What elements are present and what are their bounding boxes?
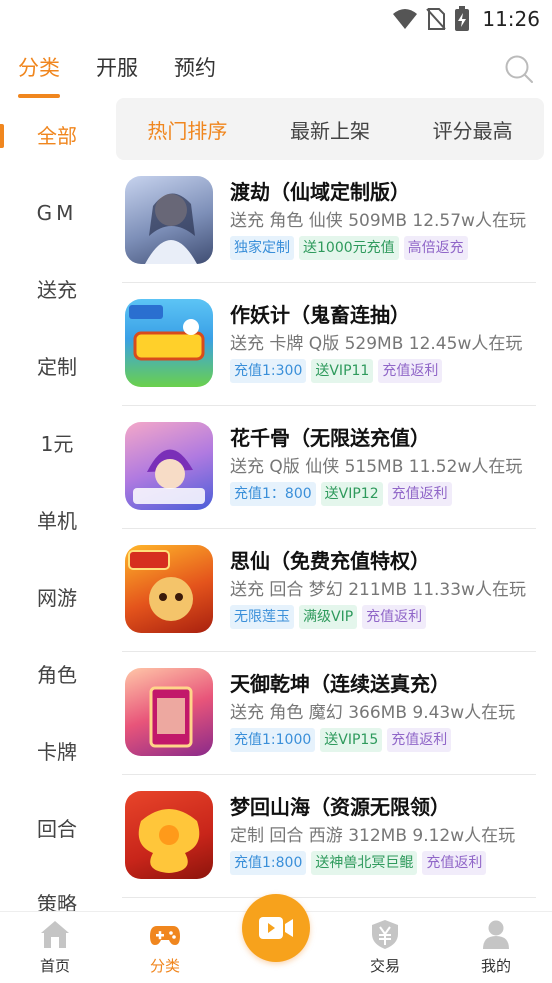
game-tags: 充值1:800 送神兽北冥巨鲲 充值返利 (230, 851, 487, 875)
game-tag: 充值返利 (378, 359, 443, 383)
game-tag: 充值返利 (422, 851, 487, 875)
game-icon[interactable] (125, 422, 213, 510)
nav-category[interactable]: 分类 (125, 912, 205, 983)
nav-label: 我的 (480, 957, 511, 975)
battery-charging-icon (455, 6, 470, 31)
game-tag: 独家定制 (230, 236, 294, 260)
search-icon (505, 55, 533, 83)
game-meta: 送充 角色 魔幻 366MB 9.43w人在玩 (230, 703, 516, 723)
tab-server-open[interactable]: 开服 (96, 50, 138, 98)
no-sim-icon (426, 8, 447, 30)
video-icon (259, 917, 293, 939)
home-icon (41, 921, 69, 948)
game-tag: 充值1:1000 (230, 728, 316, 752)
game-tag: 送VIP15 (320, 728, 383, 752)
sidebar-item-recharge[interactable]: 送充 (0, 270, 114, 310)
status-time: 11:26 (482, 7, 540, 31)
game-list-item[interactable]: 梦回山海（资源无限领） 定制 回合 西游 312MB 9.12w人在玩 充值1:… (116, 775, 552, 898)
game-title: 作妖计（鬼畜连抽） (230, 303, 410, 327)
game-tag: 充值1：800 (230, 482, 316, 506)
game-tags: 充值1:300 送VIP11 充值返利 (230, 359, 443, 383)
wifi-icon (393, 9, 418, 29)
game-tags: 独家定制 送1000元充值 高倍返充 (230, 236, 468, 260)
bottom-nav: 首页 分类 交易 我的 (0, 894, 552, 983)
game-tag: 充值返利 (387, 482, 452, 506)
nav-label: 首页 (39, 957, 70, 975)
sidebar-item-gm[interactable]: GM (0, 193, 114, 233)
trade-shield-icon (372, 920, 398, 949)
game-title: 梦回山海（资源无限领） (230, 795, 450, 819)
sort-newest[interactable]: 最新上架 (290, 115, 370, 144)
game-tag: 送VIP12 (320, 482, 383, 506)
sidebar-item-turn-based[interactable]: 回合 (0, 809, 114, 849)
game-icon[interactable] (125, 545, 213, 633)
category-sidebar: 全部 GM 送充 定制 1元 单机 网游 角色 卡牌 回合 策略 (0, 98, 114, 918)
game-meta: 送充 卡牌 Q版 529MB 12.45w人在玩 (230, 334, 523, 354)
game-list-item[interactable]: 作妖计（鬼畜连抽） 送充 卡牌 Q版 529MB 12.45w人在玩 充值1:3… (116, 283, 552, 406)
nav-label: 交易 (369, 957, 400, 975)
game-icon[interactable] (125, 668, 213, 756)
game-icon[interactable] (125, 791, 213, 879)
game-icon[interactable] (125, 176, 213, 264)
nav-home[interactable]: 首页 (15, 912, 95, 983)
nav-trade[interactable]: 交易 (345, 912, 425, 983)
game-title: 天御乾坤（连续送真充） (230, 672, 450, 696)
game-title: 渡劫（仙域定制版） (230, 180, 410, 204)
sidebar-item-all[interactable]: 全部 (0, 116, 114, 156)
status-icons: 11:26 (392, 6, 540, 32)
game-list-item[interactable]: 天御乾坤（连续送真充） 送充 角色 魔幻 366MB 9.43w人在玩 充值1:… (116, 652, 552, 775)
game-tags: 充值1：800 送VIP12 充值返利 (230, 482, 452, 506)
nav-label: 分类 (149, 957, 180, 975)
game-tag: 充值1:300 (230, 359, 307, 383)
nav-mine[interactable]: 我的 (456, 912, 536, 983)
top-tabs: 分类 开服 预约 (18, 50, 216, 98)
game-tag: 满级VIP (299, 605, 358, 629)
game-meta: 送充 角色 仙侠 509MB 12.57w人在玩 (230, 211, 526, 231)
sort-top-rated[interactable]: 评分最高 (433, 115, 513, 144)
game-icon[interactable] (125, 299, 213, 387)
game-tag: 送神兽北冥巨鲲 (311, 851, 418, 875)
game-tag: 无限莲玉 (230, 605, 294, 629)
game-tags: 无限莲玉 满级VIP 充值返利 (230, 605, 427, 629)
game-tag: 充值1:800 (230, 851, 307, 875)
game-tags: 充值1:1000 送VIP15 充值返利 (230, 728, 452, 752)
game-list-item[interactable]: 花千骨（无限送充值） 送充 Q版 仙侠 515MB 11.52w人在玩 充值1：… (116, 406, 552, 529)
game-list-item[interactable]: 渡劫（仙域定制版） 送充 角色 仙侠 509MB 12.57w人在玩 独家定制 … (116, 160, 552, 283)
game-list-item[interactable]: 思仙（免费充值特权） 送充 回合 梦幻 211MB 11.33w人在玩 无限莲玉… (116, 529, 552, 652)
game-tag: 充值返利 (362, 605, 427, 629)
game-tag: 充值返利 (387, 728, 452, 752)
sort-bar: 热门排序 最新上架 评分最高 (116, 98, 544, 160)
game-meta: 送充 Q版 仙侠 515MB 11.52w人在玩 (230, 457, 523, 477)
sidebar-item-one-yuan[interactable]: 1元 (0, 424, 114, 464)
sidebar-item-rpg[interactable]: 角色 (0, 655, 114, 695)
status-bar: 11:26 (0, 0, 552, 38)
game-title: 思仙（免费充值特权） (230, 549, 430, 573)
game-meta: 送充 回合 梦幻 211MB 11.33w人在玩 (230, 580, 526, 600)
game-tag: 送VIP11 (311, 359, 374, 383)
game-tag: 高倍返充 (403, 236, 468, 260)
sidebar-item-online[interactable]: 网游 (0, 578, 114, 618)
game-meta: 定制 回合 西游 312MB 9.12w人在玩 (230, 826, 516, 846)
game-tag: 送1000元充值 (299, 236, 399, 260)
sidebar-item-single[interactable]: 单机 (0, 501, 114, 541)
gamepad-icon (150, 926, 180, 945)
game-title: 花千骨（无限送充值） (230, 426, 430, 450)
search-button[interactable] (504, 54, 534, 84)
sort-hot[interactable]: 热门排序 (147, 115, 227, 144)
sidebar-item-custom[interactable]: 定制 (0, 347, 114, 387)
tab-reservation[interactable]: 预约 (174, 50, 216, 98)
sidebar-item-card[interactable]: 卡牌 (0, 732, 114, 772)
user-icon (483, 920, 509, 949)
tab-category[interactable]: 分类 (18, 50, 60, 98)
video-center-button[interactable] (242, 894, 310, 962)
